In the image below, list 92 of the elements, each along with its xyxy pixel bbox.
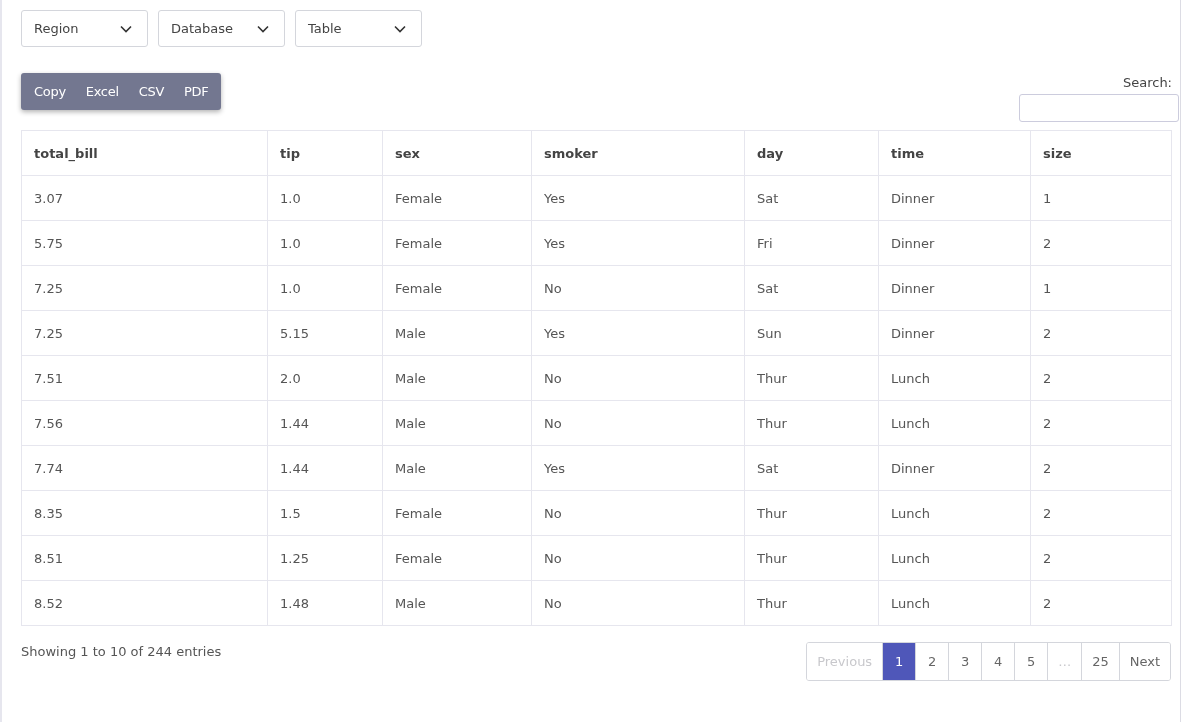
export-button[interactable]: PDF (174, 73, 219, 110)
table-cell: Dinner (878, 220, 1031, 266)
table-cell: Male (382, 580, 532, 626)
table-cell: 2 (1030, 580, 1172, 626)
table-cell: 8.51 (21, 535, 268, 581)
table-cell: Thur (744, 580, 879, 626)
table-cell: Lunch (878, 580, 1031, 626)
table-cell: 3.07 (21, 175, 268, 221)
table-cell: 7.25 (21, 310, 268, 356)
table-cell: 1 (1030, 175, 1172, 221)
table-cell: Male (382, 400, 532, 446)
table-cell: Dinner (878, 175, 1031, 221)
table-cell: Lunch (878, 400, 1031, 446)
column-header[interactable]: sex (382, 130, 532, 176)
table-cell: 1.44 (267, 445, 383, 491)
table-cell: Female (382, 490, 532, 536)
table-cell: 7.51 (21, 355, 268, 401)
table-cell: 1.44 (267, 400, 383, 446)
table-cell: Fri (744, 220, 879, 266)
table-cell: No (531, 580, 745, 626)
table-cell: Dinner (878, 445, 1031, 491)
table-cell: 7.74 (21, 445, 268, 491)
table-cell: Male (382, 310, 532, 356)
table-cell: Yes (531, 310, 745, 356)
table-cell: 1.0 (267, 175, 383, 221)
column-header[interactable]: smoker (531, 130, 745, 176)
table-cell: Sat (744, 265, 879, 311)
column-header[interactable]: day (744, 130, 879, 176)
table-cell: 1.48 (267, 580, 383, 626)
search-field[interactable] (1019, 94, 1179, 122)
table-cell: 2 (1030, 490, 1172, 536)
column-header[interactable]: size (1030, 130, 1172, 176)
table-cell: 2 (1030, 445, 1172, 491)
table-cell: Thur (744, 535, 879, 581)
table-cell: 2 (1030, 220, 1172, 266)
page-button[interactable]: 1 (882, 643, 916, 680)
table-cell: Yes (531, 175, 745, 221)
table-cell: Lunch (878, 535, 1031, 581)
chevron-down-icon (257, 24, 269, 33)
table-cell: No (531, 400, 745, 446)
table-cell: 8.35 (21, 490, 268, 536)
table-cell: Yes (531, 445, 745, 491)
table-cell: Thur (744, 355, 879, 401)
table-cell: Female (382, 535, 532, 581)
column-header[interactable]: total_bill (21, 130, 268, 176)
search-label: Search: (1122, 74, 1172, 92)
column-header[interactable]: time (878, 130, 1031, 176)
table-cell: No (531, 535, 745, 581)
table-cell: Sat (744, 175, 879, 221)
table-cell: No (531, 265, 745, 311)
page-button[interactable]: Next (1118, 643, 1170, 680)
export-button[interactable]: Copy (24, 73, 76, 110)
dropdown-select[interactable]: Database (158, 10, 285, 47)
table-cell: 2.0 (267, 355, 383, 401)
table-cell: Lunch (878, 490, 1031, 536)
table-cell: Lunch (878, 355, 1031, 401)
table-cell: Yes (531, 220, 745, 266)
table-cell: 8.52 (21, 580, 268, 626)
chevron-down-icon (394, 24, 406, 33)
table-cell: Sat (744, 445, 879, 491)
table-cell: 2 (1030, 310, 1172, 356)
dropdown-select[interactable]: Table (295, 10, 422, 47)
table-cell: Female (382, 220, 532, 266)
table-cell: Dinner (878, 265, 1031, 311)
chevron-down-icon (120, 24, 132, 33)
table-cell: No (531, 490, 745, 536)
table-cell: Thur (744, 490, 879, 536)
table-cell: Thur (744, 400, 879, 446)
column-header[interactable]: tip (267, 130, 383, 176)
table-cell: Male (382, 355, 532, 401)
table-cell: 1.25 (267, 535, 383, 581)
table-cell: Male (382, 445, 532, 491)
table-cell: 1.0 (267, 265, 383, 311)
table-cell: 7.56 (21, 400, 268, 446)
table-cell: 5.75 (21, 220, 268, 266)
dropdown-select[interactable]: Region (21, 10, 148, 47)
table-cell: 1 (1030, 265, 1172, 311)
table-cell: 2 (1030, 535, 1172, 581)
table-cell: No (531, 355, 745, 401)
table-cell: 1.0 (267, 220, 383, 266)
entries-info: Showing 1 to 10 of 244 entries (21, 644, 222, 659)
table-cell: 1.5 (267, 490, 383, 536)
table-cell: 5.15 (267, 310, 383, 356)
table-cell: 7.25 (21, 265, 268, 311)
export-button[interactable]: Excel (75, 73, 129, 110)
export-button[interactable]: CSV (128, 73, 175, 110)
table-cell: Female (382, 265, 532, 311)
table-cell: Sun (744, 310, 879, 356)
table-cell: 2 (1030, 355, 1172, 401)
table-cell: Dinner (878, 310, 1031, 356)
table-cell: 2 (1030, 400, 1172, 446)
table-cell: Female (382, 175, 532, 221)
